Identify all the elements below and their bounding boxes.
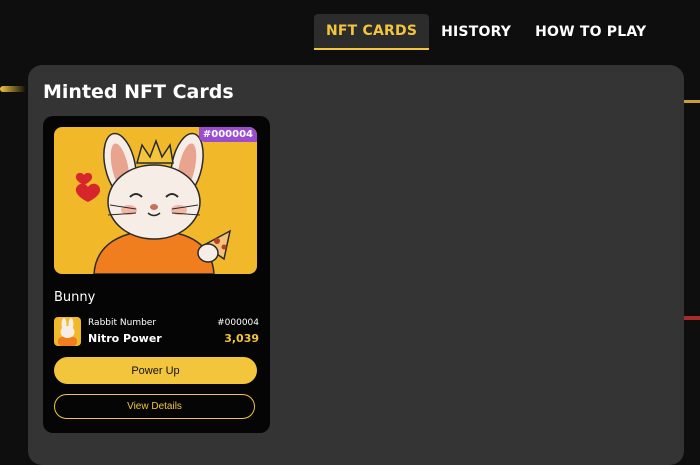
nft-card: #000004 Bunny Rabbit Number #000004 Nitr… [43,116,270,433]
card-number-badge: #000004 [198,127,257,142]
stat-label: Rabbit Number [88,318,157,328]
background-glow-right-red [684,316,700,320]
rabbit-illustration [75,132,232,274]
rabbit-thumbnail [54,317,81,346]
power-up-button[interactable]: Power Up [54,357,257,384]
view-details-button[interactable]: View Details [54,394,255,419]
card-name: Bunny [54,290,96,305]
stat-id: #000004 [217,318,259,328]
tab-how-to-play[interactable]: HOW TO PLAY [523,14,658,50]
minted-cards-panel: Minted NFT Cards #000004 Bunny Rabbit Nu… [28,65,684,465]
top-nav: NFT CARDS HISTORY HOW TO PLAY [314,14,658,50]
background-glow-right-yellow [684,100,700,103]
tab-history[interactable]: HISTORY [429,14,523,50]
stat-value: 3,039 [224,332,259,345]
stat-name: Nitro Power [88,332,162,345]
background-glow-left [0,86,26,92]
tab-nft-cards[interactable]: NFT CARDS [314,14,430,50]
nft-card-image[interactable]: #000004 [54,127,257,274]
panel-title: Minted NFT Cards [43,81,234,103]
